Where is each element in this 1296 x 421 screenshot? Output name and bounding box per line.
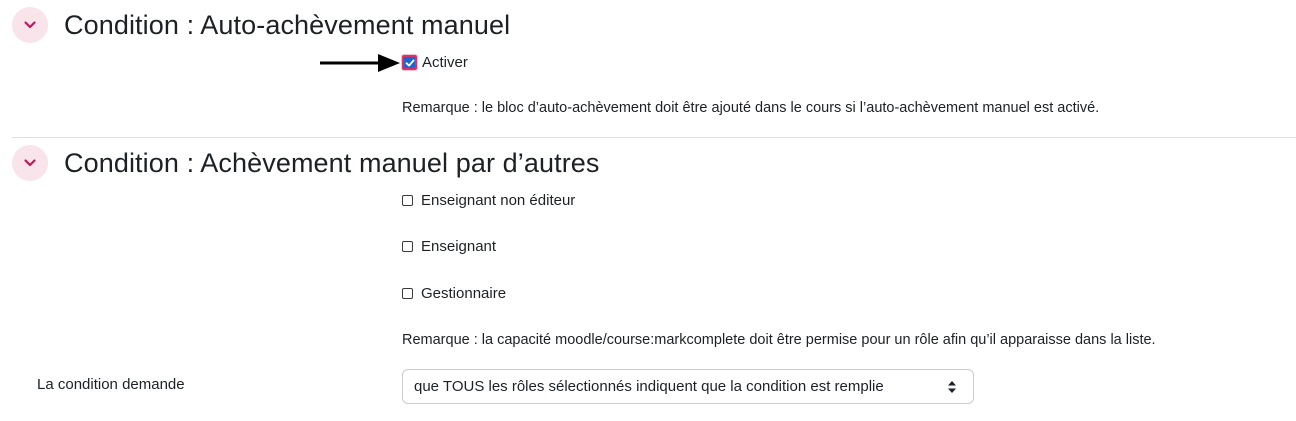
role-row-teacher[interactable]: Enseignant: [402, 238, 496, 255]
role-checkbox-teacher[interactable]: [402, 241, 413, 252]
section-title-manual-by-others: Condition : Achèvement manuel par d’autr…: [64, 147, 600, 178]
role-label: Gestionnaire: [421, 285, 507, 302]
section-divider: [12, 137, 1296, 138]
requirement-select[interactable]: que TOUS les rôles sélectionnés indiquen…: [402, 369, 974, 404]
role-checkbox-manager[interactable]: [402, 288, 413, 299]
enable-self-completion-checkbox[interactable]: [402, 55, 417, 70]
arrow-right-icon: [320, 54, 400, 72]
self-completion-note: Remarque : le bloc d’auto-achèvement doi…: [402, 100, 1100, 116]
role-row-manager[interactable]: Gestionnaire: [402, 285, 506, 302]
requirement-label: La condition demande: [37, 376, 185, 393]
checkmark-icon: [405, 59, 414, 66]
role-row-non-editing-teacher[interactable]: Enseignant non éditeur: [402, 192, 575, 209]
requirement-select-value: que TOUS les rôles sélectionnés indiquen…: [414, 378, 884, 395]
manual-completion-note: Remarque : la capacité moodle/course:mar…: [402, 332, 1156, 348]
section-title-self-completion: Condition : Auto-achèvement manuel: [64, 9, 511, 40]
role-label: Enseignant: [421, 238, 497, 255]
sort-caret-icon: [948, 380, 956, 393]
enable-self-completion-row[interactable]: Activer: [402, 54, 468, 71]
section-header-manual-by-others: Condition : Achèvement manuel par d’autr…: [12, 145, 600, 181]
collapse-button-manual-by-others[interactable]: [12, 145, 48, 181]
role-label: Enseignant non éditeur: [421, 192, 576, 209]
completion-settings-page: Condition : Auto-achèvement manuel Activ…: [0, 0, 1296, 421]
enable-self-completion-label: Activer: [422, 54, 468, 71]
chevron-down-icon: [24, 21, 36, 29]
chevron-down-icon: [24, 159, 36, 167]
section-header-self-completion: Condition : Auto-achèvement manuel: [12, 7, 510, 43]
role-checkbox-non-editing-teacher[interactable]: [402, 195, 413, 206]
collapse-button-self-completion[interactable]: [12, 7, 48, 43]
